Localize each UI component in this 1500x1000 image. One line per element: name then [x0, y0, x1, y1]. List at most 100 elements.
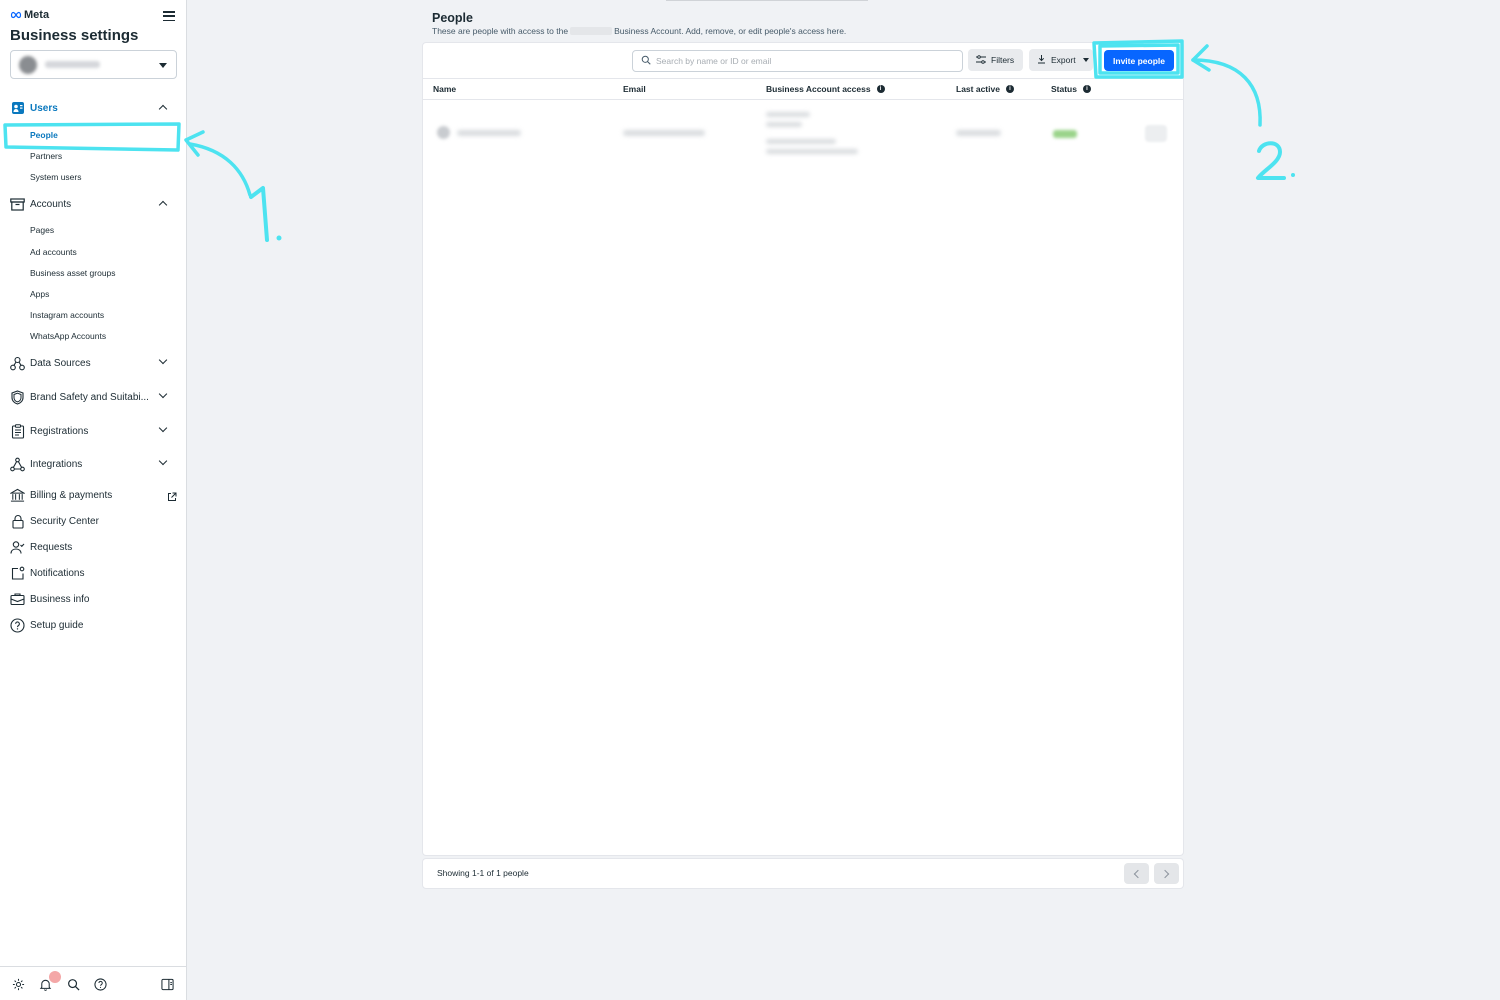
status-badge	[1053, 130, 1077, 138]
sidebar-item-apps[interactable]: Apps	[30, 287, 49, 301]
sidebar-group-registrations-label: Registrations	[30, 425, 89, 437]
sidebar-item-billing-label: Billing & payments	[30, 489, 113, 501]
sidebar-group-accounts-label: Accounts	[30, 198, 72, 210]
sidebar-item-ad-accounts[interactable]: Ad accounts	[30, 245, 77, 259]
sidebar-group-registrations[interactable]: Registrations	[0, 420, 186, 442]
last-active-redacted	[956, 130, 1001, 136]
info-icon[interactable]: i	[876, 85, 885, 93]
business-account-select[interactable]	[10, 50, 177, 79]
chevron-down-icon[interactable]	[158, 456, 168, 466]
sidebar-item-pages[interactable]: Pages	[30, 223, 54, 237]
download-icon	[1037, 54, 1046, 66]
column-header-access-label: Business Account access	[766, 84, 871, 94]
sidebar-item-system-users[interactable]: System users	[30, 170, 82, 184]
search-field[interactable]	[632, 50, 963, 72]
access-line-redacted	[766, 122, 802, 127]
sidebar-item-instagram-accounts[interactable]: Instagram accounts	[30, 308, 104, 322]
annotation-arrowhead-2	[1191, 44, 1211, 72]
sidebar-item-whatsapp-accounts[interactable]: WhatsApp Accounts	[30, 329, 106, 343]
table-header: Name Email Business Account access i Last…	[423, 78, 1183, 100]
table-row[interactable]	[423, 101, 1183, 167]
pagination-bar	[422, 858, 1184, 889]
sidebar-group-users[interactable]: Users	[0, 97, 186, 119]
chevron-left-icon	[1133, 869, 1143, 878]
column-header-last-active-label: Last active	[956, 84, 1000, 94]
archive-box-icon	[10, 197, 25, 212]
sidebar-item-notifications-label: Notifications	[30, 567, 85, 579]
sidebar-item-business-info[interactable]: Business info	[0, 588, 186, 610]
sidebar: Meta Business settings Users People Part…	[0, 0, 187, 1000]
briefcase-icon	[10, 592, 25, 607]
help-icon[interactable]	[93, 977, 108, 992]
column-header-name[interactable]: Name	[433, 84, 456, 94]
sidebar-footer	[0, 966, 186, 1000]
sidebar-group-brand-safety-label: Brand Safety and Suitabi...	[30, 391, 149, 403]
page-subtitle-before: These are people with access to the	[432, 26, 569, 36]
bank-icon	[10, 488, 25, 503]
sidebar-group-integrations[interactable]: Integrations	[0, 453, 186, 475]
sidebar-item-requests-label: Requests	[30, 541, 73, 553]
sidebar-group-accounts[interactable]: Accounts	[0, 193, 186, 215]
column-header-email-label: Email	[623, 84, 646, 94]
access-line-redacted	[766, 139, 836, 144]
chevron-down-icon[interactable]	[158, 355, 168, 365]
previous-page-button[interactable]	[1124, 863, 1149, 884]
access-line-redacted	[766, 112, 810, 117]
chevron-up-icon[interactable]	[158, 104, 168, 114]
annotation-arrowhead-1	[184, 130, 205, 157]
chevron-up-icon[interactable]	[158, 200, 168, 210]
person-email-redacted	[623, 130, 705, 136]
avatar	[437, 126, 450, 139]
integrations-icon	[10, 457, 25, 472]
business-avatar	[19, 55, 37, 74]
notification-badge	[49, 971, 61, 983]
column-header-name-label: Name	[433, 84, 457, 94]
sidebar-item-setup-guide[interactable]: Setup guide	[0, 614, 186, 636]
data-sources-icon	[10, 356, 25, 371]
chevron-down-icon[interactable]	[158, 423, 168, 433]
column-header-access[interactable]: Business Account access i	[766, 84, 885, 94]
sidebar-item-billing[interactable]: Billing & payments	[0, 484, 186, 506]
info-icon[interactable]: i	[1005, 85, 1014, 93]
sidebar-group-integrations-label: Integrations	[30, 458, 83, 470]
column-header-status[interactable]: Status i	[1051, 84, 1091, 94]
search-icon[interactable]	[66, 977, 81, 992]
column-header-email[interactable]: Email	[623, 84, 646, 94]
column-header-last-active[interactable]: Last active i	[956, 84, 1014, 94]
info-icon[interactable]: i	[1082, 85, 1091, 93]
meta-logo-text: Meta	[24, 9, 50, 21]
users-icon	[10, 101, 25, 116]
more-options-button[interactable]	[1145, 125, 1167, 142]
panel-toggle-icon[interactable]	[160, 977, 175, 992]
caret-down-icon	[1082, 58, 1089, 62]
business-name-redacted	[45, 61, 100, 68]
sidebar-group-brand-safety[interactable]: Brand Safety and Suitabi...	[0, 386, 186, 408]
lock-icon	[10, 514, 25, 529]
sidebar-item-business-asset-groups[interactable]: Business asset groups	[30, 266, 116, 280]
search-icon	[641, 52, 651, 70]
top-divider	[666, 0, 868, 1]
filters-button[interactable]: Filters	[968, 49, 1023, 71]
next-page-button[interactable]	[1154, 863, 1179, 884]
sidebar-item-security-center-label: Security Center	[30, 515, 99, 527]
sidebar-group-data-sources[interactable]: Data Sources	[0, 352, 186, 374]
meta-infinity-icon	[10, 11, 22, 19]
gear-icon[interactable]	[11, 977, 26, 992]
showing-count: Showing 1-1 of 1 people	[437, 868, 529, 878]
sidebar-item-partners[interactable]: Partners	[30, 149, 62, 163]
chevron-down-icon[interactable]	[158, 389, 168, 399]
export-button[interactable]: Export	[1029, 49, 1093, 71]
meta-logo[interactable]: Meta	[10, 9, 49, 21]
menu-icon[interactable]	[163, 11, 175, 21]
sidebar-item-requests[interactable]: Requests	[0, 536, 186, 558]
search-input[interactable]	[656, 56, 946, 66]
sidebar-item-notifications[interactable]: Notifications	[0, 562, 186, 584]
invite-people-button[interactable]: Invite people	[1104, 50, 1174, 71]
filters-label: Filters	[991, 55, 1015, 65]
sidebar-item-people[interactable]: People	[30, 128, 58, 142]
page-title: People	[432, 11, 473, 25]
sidebar-item-security-center[interactable]: Security Center	[0, 510, 186, 532]
sidebar-item-business-info-label: Business info	[30, 593, 90, 605]
question-circle-icon	[10, 617, 25, 633]
shield-icon	[10, 389, 25, 405]
